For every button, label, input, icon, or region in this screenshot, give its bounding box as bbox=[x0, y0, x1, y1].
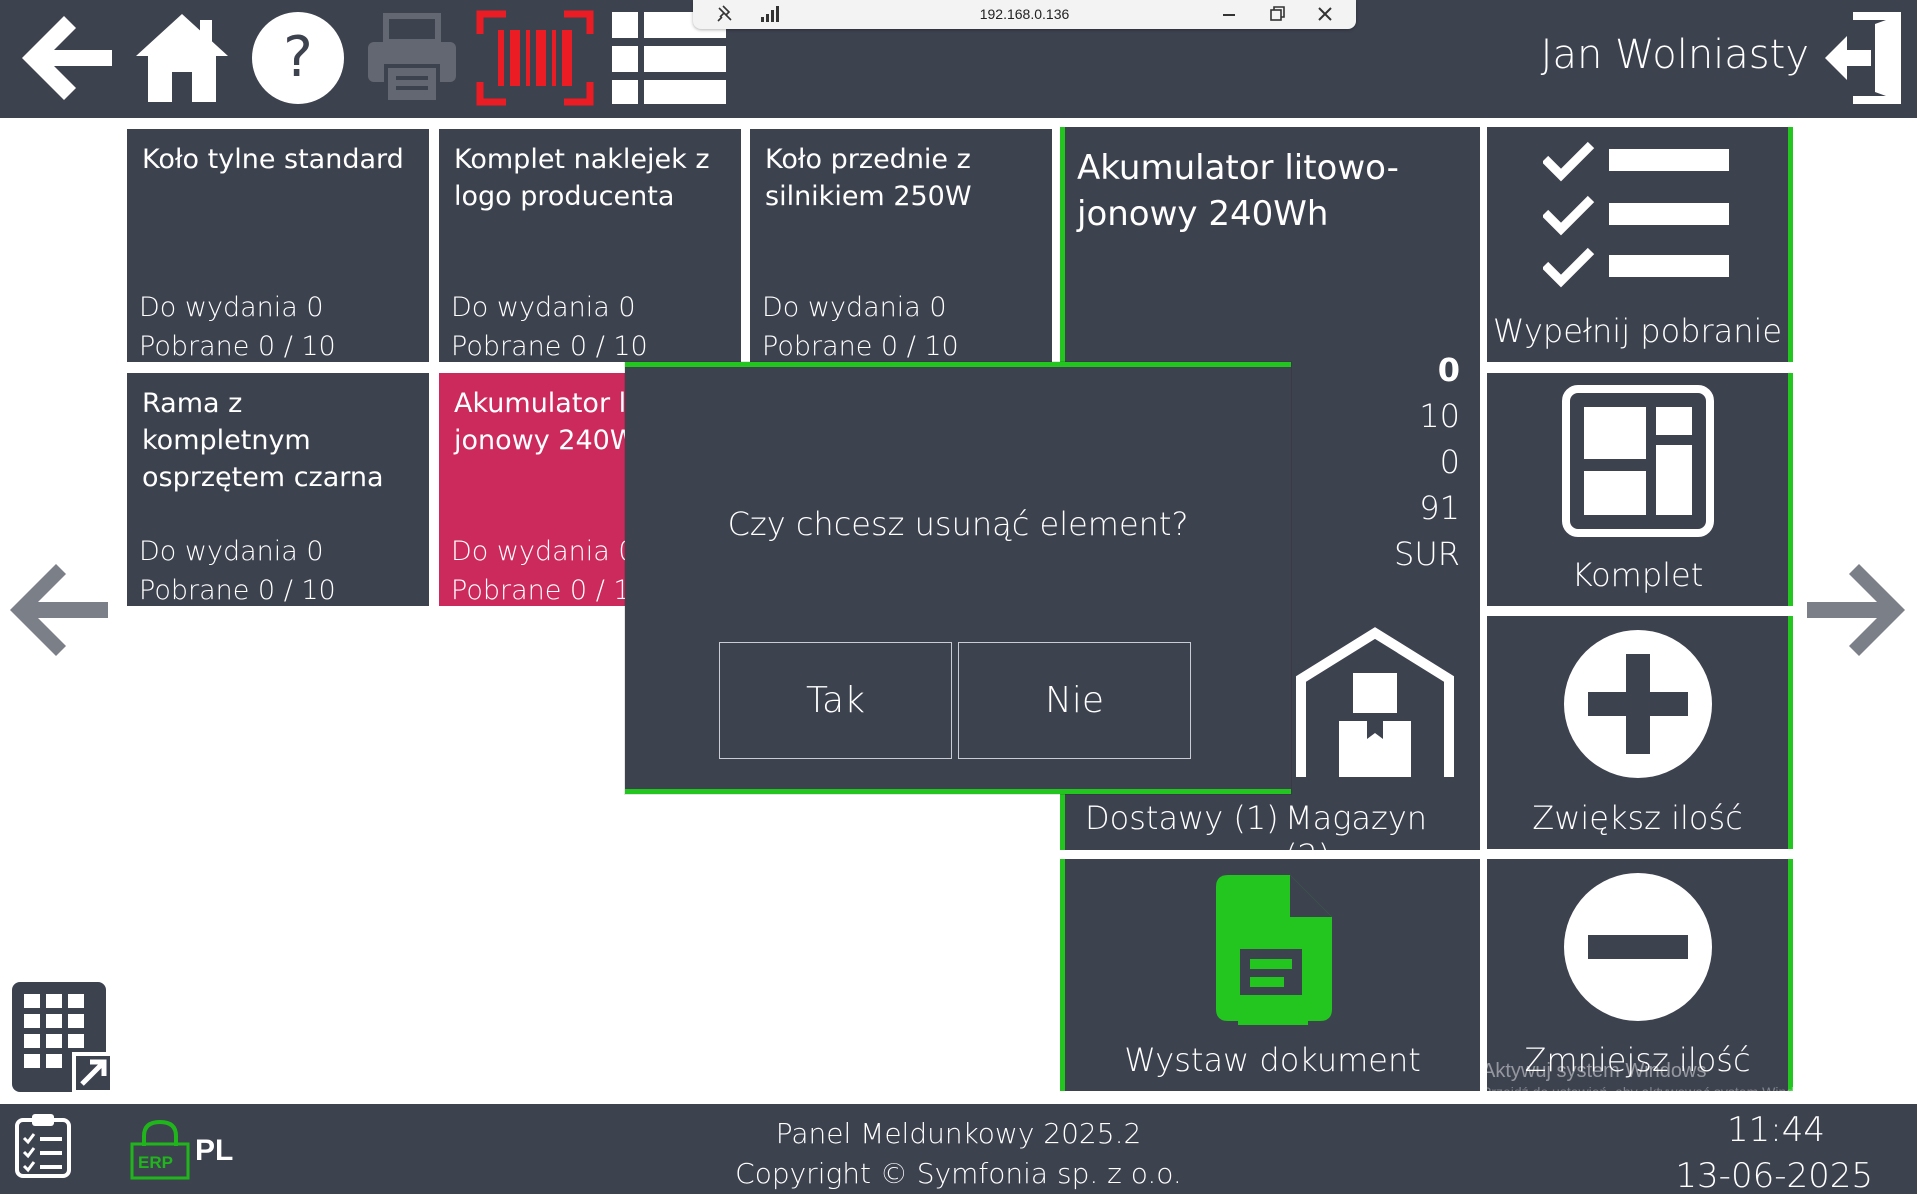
back-arrow-icon[interactable] bbox=[14, 10, 118, 106]
deliveries-button[interactable]: Dostawy (1) bbox=[1085, 799, 1279, 837]
app-info: Panel Meldunkowy 2025.2 Copyright © Symf… bbox=[0, 1114, 1917, 1194]
detail-value: 0 bbox=[1437, 351, 1460, 389]
issue-document-label: Wystaw dokument bbox=[1124, 1041, 1421, 1079]
detail-values: 0 10 0 91 SUR bbox=[1394, 347, 1460, 577]
clock-time: 11:44 bbox=[1727, 1110, 1825, 1150]
issue-document-button[interactable]: Wystaw dokument bbox=[1060, 859, 1480, 1091]
item-to-issue: Do wydania 0 bbox=[451, 536, 636, 567]
fill-pickup-label: Wypełnij pobranie bbox=[1492, 312, 1783, 350]
item-name: Koło przednie z silnikiem 250W bbox=[765, 144, 972, 212]
item-to-issue: Do wydania 0 bbox=[451, 292, 636, 323]
item-to-issue: Do wydania 0 bbox=[762, 292, 947, 323]
set-layout-icon bbox=[1561, 385, 1714, 537]
next-page-arrow-icon[interactable] bbox=[1807, 560, 1907, 660]
user-name: Jan Wolniasty bbox=[1540, 32, 1809, 78]
checklist-icon bbox=[1542, 141, 1729, 288]
item-name: Komplet naklejek z logo producenta bbox=[454, 144, 710, 212]
set-label: Komplet bbox=[1571, 556, 1704, 594]
confirm-delete-dialog: Czy chcesz usunąć element? Tak Nie bbox=[625, 362, 1291, 794]
increase-quantity-button[interactable]: Zwiększ ilość bbox=[1487, 616, 1793, 849]
detail-value: 0 bbox=[1439, 443, 1460, 481]
detail-value: SUR bbox=[1394, 535, 1460, 573]
decrease-quantity-button[interactable]: Zmniejsz ilość bbox=[1487, 859, 1793, 1091]
close-icon[interactable] bbox=[1315, 4, 1335, 24]
yes-button[interactable]: Tak bbox=[719, 642, 952, 759]
document-icon bbox=[1216, 875, 1332, 1025]
previous-page-arrow-icon[interactable] bbox=[8, 560, 108, 660]
detail-value: 10 bbox=[1419, 397, 1460, 435]
item-taken: Pobrane 0 / 10 bbox=[139, 331, 336, 362]
item-taken: Pobrane 0 / 10 bbox=[139, 575, 336, 606]
warehouse-icon[interactable] bbox=[1295, 627, 1455, 787]
windows-activation-hint: Przejdź do ustawień, aby aktywować syste… bbox=[1482, 1084, 1823, 1100]
barcode-scanner-icon[interactable] bbox=[474, 10, 596, 106]
bottom-bar: ERP PL Panel Meldunkowy 2025.2 Copyright… bbox=[0, 1104, 1917, 1194]
printer-icon[interactable] bbox=[362, 10, 462, 106]
item-taken: Pobrane 0 / 10 bbox=[451, 575, 648, 606]
item-taken: Pobrane 0 / 10 bbox=[451, 331, 648, 362]
app-version: Panel Meldunkowy 2025.2 bbox=[775, 1117, 1142, 1150]
set-button[interactable]: Komplet bbox=[1487, 373, 1793, 606]
remote-address: 192.168.0.136 bbox=[979, 6, 1070, 22]
keypad-icon[interactable] bbox=[8, 980, 112, 1096]
fill-pickup-button[interactable]: Wypełnij pobranie bbox=[1487, 127, 1793, 362]
item-tile[interactable]: Koło tylne standard Do wydania 0 Pobrane… bbox=[127, 129, 429, 362]
item-tile[interactable]: Rama z kompletnym osprzętem czarna Do wy… bbox=[127, 373, 429, 606]
item-tile[interactable]: Koło przednie z silnikiem 250W Do wydani… bbox=[750, 129, 1052, 362]
help-icon[interactable]: ? bbox=[248, 10, 348, 106]
remote-session-bar: 192.168.0.136 bbox=[693, 0, 1356, 29]
windows-activation-watermark: Aktywuj system Windows bbox=[1482, 1060, 1707, 1082]
minimize-icon[interactable] bbox=[1219, 4, 1239, 24]
item-to-issue: Do wydania 0 bbox=[139, 292, 324, 323]
dialog-question: Czy chcesz usunąć element? bbox=[727, 505, 1189, 543]
detail-value: 91 bbox=[1419, 489, 1460, 527]
detail-title: Akumulator litowo-jonowy 240Wh bbox=[1077, 148, 1399, 234]
logout-icon[interactable] bbox=[1823, 8, 1903, 108]
increase-quantity-label: Zwiększ ilość bbox=[1532, 799, 1743, 837]
home-icon[interactable] bbox=[132, 10, 232, 106]
item-tile[interactable]: Komplet naklejek z logo producenta Do wy… bbox=[439, 129, 741, 362]
minus-circle-icon bbox=[1563, 873, 1712, 1021]
no-button[interactable]: Nie bbox=[958, 642, 1191, 759]
clock-date: 13-06-2025 bbox=[1675, 1156, 1873, 1194]
item-name: Koło tylne standard bbox=[142, 144, 404, 175]
item-name: Rama z kompletnym osprzętem czarna bbox=[142, 388, 384, 493]
restore-icon[interactable] bbox=[1267, 4, 1287, 24]
svg-text:?: ? bbox=[283, 25, 313, 90]
plus-circle-icon bbox=[1563, 630, 1712, 778]
item-taken: Pobrane 0 / 10 bbox=[762, 331, 959, 362]
copyright: Copyright © Symfonia sp. z o.o. bbox=[735, 1157, 1182, 1190]
item-to-issue: Do wydania 0 bbox=[139, 536, 324, 567]
